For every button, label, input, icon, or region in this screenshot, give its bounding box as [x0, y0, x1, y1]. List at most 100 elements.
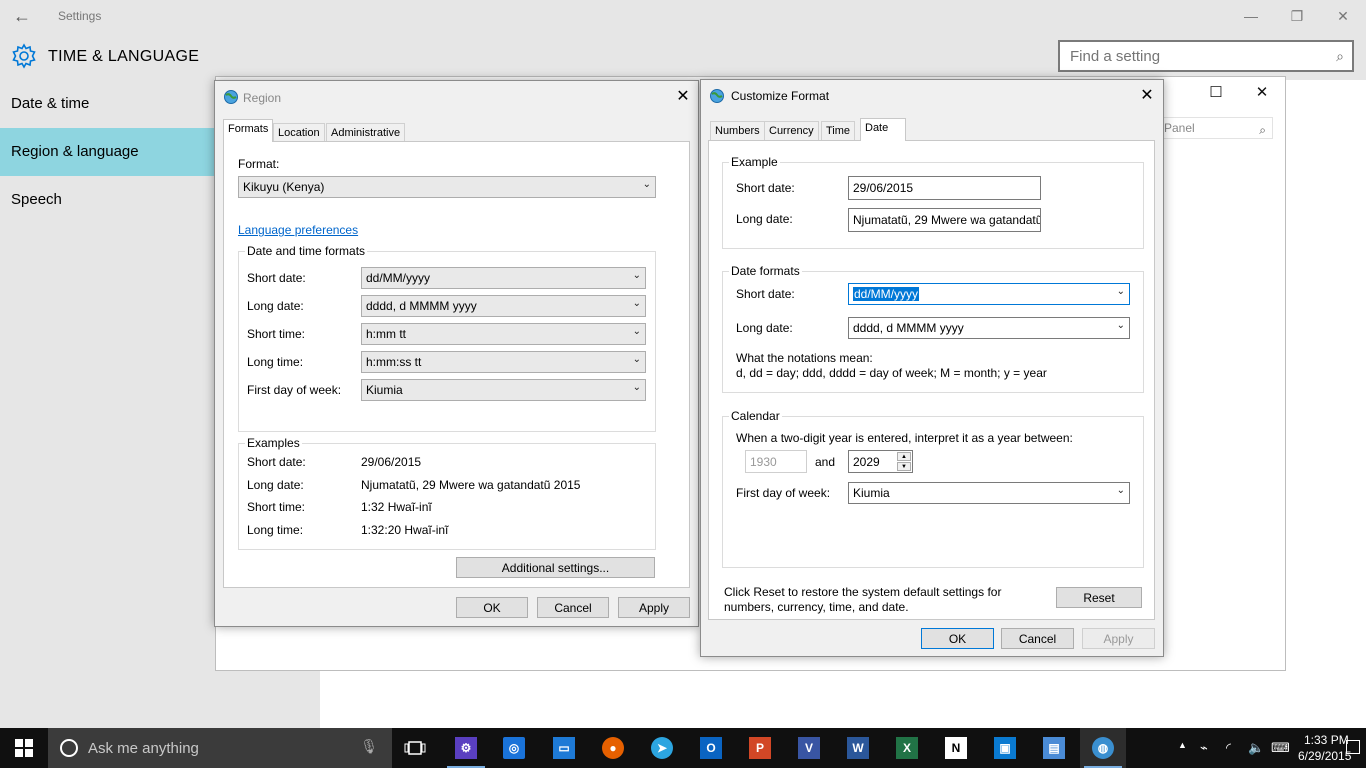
cp-search-box[interactable]: Panel ⌕ — [1161, 117, 1273, 139]
maximize-icon: ☐ — [1209, 84, 1223, 101]
network-plug-icon[interactable]: ⌁ — [1200, 740, 1208, 756]
settings-search-input[interactable] — [1060, 42, 1310, 70]
app-title: Settings — [58, 9, 102, 23]
tab-location[interactable]: Location — [273, 123, 325, 143]
chevron-down-icon: ⌄ — [1116, 286, 1125, 297]
search-icon[interactable]: ⌕ — [1259, 120, 1266, 140]
taskbar-telegram-app[interactable]: ➤ — [639, 728, 685, 768]
spinner-up-icon[interactable]: ▲ — [897, 452, 911, 461]
format-label: Format: — [238, 157, 280, 171]
taskbar-firefox-app[interactable]: ● — [590, 728, 636, 768]
date-panel: Example Short date: 29/06/2015 Long date… — [708, 140, 1155, 620]
reset-button[interactable]: Reset — [1056, 587, 1142, 608]
customize-apply-button[interactable]: Apply — [1082, 628, 1155, 649]
taskbar-store-app[interactable]: ▭ — [541, 728, 587, 768]
cortana-search-box[interactable]: Ask me anything 🎙 — [48, 728, 392, 768]
keyboard-icon[interactable]: ⌨ — [1271, 740, 1290, 756]
example-long-time-value: 1:32:20 Hwaĩ-inĩ — [361, 523, 449, 537]
cp-maximize-button[interactable]: ☐ — [1196, 81, 1236, 103]
long-time-label: Long time: — [247, 355, 304, 369]
control-panel-icon: ▤ — [1043, 737, 1065, 759]
excel-icon: X — [896, 737, 918, 759]
taskbar-visio-app[interactable]: V — [786, 728, 832, 768]
customize-ok-button[interactable]: OK — [921, 628, 994, 649]
tab-numbers[interactable]: Numbers — [710, 121, 765, 141]
tab-formats[interactable]: Formats — [223, 119, 274, 142]
taskbar-powerpoint-app[interactable]: P — [737, 728, 783, 768]
short-date-format-select[interactable]: dd/MM/yyyy ⌄ — [848, 283, 1130, 305]
taskbar-store-bag-app[interactable]: ▣ — [982, 728, 1028, 768]
close-icon: ✕ — [1255, 84, 1269, 101]
microphone-icon[interactable]: 🎙 — [360, 738, 378, 755]
clock-date[interactable]: 6/29/2015 — [1298, 749, 1351, 763]
example-long-date-label: Long date: — [736, 212, 793, 226]
additional-settings-button[interactable]: Additional settings... — [456, 557, 655, 578]
language-preferences-link[interactable]: Language preferences — [238, 223, 358, 237]
example-short-time-value: 1:32 Hwaĩ-inĩ — [361, 500, 432, 514]
show-hidden-icons-chevron-up-icon[interactable]: ▲ — [1178, 740, 1187, 750]
volume-icon[interactable]: 🔈 — [1248, 740, 1264, 756]
clock-time[interactable]: 1:33 PM — [1304, 733, 1349, 747]
cortana-placeholder: Ask me anything — [88, 740, 199, 757]
action-center-icon[interactable] — [1346, 740, 1360, 754]
start-button[interactable] — [0, 728, 48, 768]
close-button[interactable]: ✕ — [1320, 0, 1366, 32]
example-short-date-label: Short date: — [736, 181, 795, 195]
minimize-icon: — — [1244, 8, 1258, 24]
taskbar-onenote-app[interactable]: N — [933, 728, 979, 768]
region-cancel-button[interactable]: Cancel — [537, 597, 609, 618]
first-day-select[interactable]: Kiumia ⌄ — [361, 379, 646, 401]
chevron-down-icon: ⌄ — [632, 270, 641, 281]
long-date-label: Long date: — [247, 299, 304, 313]
close-icon: ✕ — [1140, 87, 1154, 104]
taskbar-excel-app[interactable]: X — [884, 728, 930, 768]
task-view-button[interactable] — [392, 728, 438, 768]
first-day-label: First day of week: — [247, 383, 342, 397]
customize-dialog-title: Customize Format — [731, 89, 830, 103]
short-time-select[interactable]: h:mm tt ⌄ — [361, 323, 646, 345]
examples-group: Examples Short date: 29/06/2015 Long dat… — [238, 436, 656, 550]
search-icon[interactable]: ⌕ — [1336, 48, 1344, 65]
region-apply-button[interactable]: Apply — [618, 597, 690, 618]
taskbar-region-app[interactable]: ◍ — [1080, 728, 1126, 768]
taskbar-control-panel-app[interactable]: ▤ — [1031, 728, 1077, 768]
long-date-label: Long date: — [736, 321, 793, 335]
customize-cancel-button[interactable]: Cancel — [1001, 628, 1074, 649]
group-title: Calendar — [729, 409, 782, 423]
region-ok-button[interactable]: OK — [456, 597, 528, 618]
chevron-down-icon: ⌄ — [632, 354, 641, 365]
wifi-icon[interactable]: ◜ — [1226, 740, 1231, 756]
taskbar-settings-app[interactable]: ⚙ — [443, 728, 489, 768]
format-select[interactable]: Kikuyu (Kenya) ⌄ — [238, 176, 656, 198]
restore-button[interactable]: ❐ — [1274, 0, 1320, 32]
telegram-icon: ➤ — [651, 737, 673, 759]
tab-currency[interactable]: Currency — [764, 121, 819, 141]
long-date-format-select[interactable]: dddd, d MMMM yyyy ⌄ — [848, 317, 1130, 339]
settings-search-box[interactable]: ⌕ — [1058, 40, 1354, 72]
date-formats-group: Date formats Short date: dd/MM/yyyy ⌄ Lon… — [722, 264, 1144, 393]
long-time-select[interactable]: h:mm:ss tt ⌄ — [361, 351, 646, 373]
example-short-date-box: 29/06/2015 — [848, 176, 1041, 200]
taskbar-word-app[interactable]: W — [835, 728, 881, 768]
year-from-box: 1930 — [745, 450, 807, 473]
taskbar-edge-app[interactable]: ◎ — [491, 728, 537, 768]
chevron-down-icon: ⌄ — [1116, 485, 1125, 496]
back-button[interactable]: ← — [0, 0, 44, 32]
chevron-down-icon: ⌄ — [642, 179, 651, 190]
tab-administrative[interactable]: Administrative — [326, 123, 406, 143]
tab-date[interactable]: Date — [860, 118, 906, 141]
long-date-select[interactable]: dddd, d MMMM yyyy ⌄ — [361, 295, 646, 317]
customize-close-button[interactable]: ✕ — [1133, 84, 1161, 106]
calendar-first-day-select[interactable]: Kiumia ⌄ — [848, 482, 1130, 504]
spinner-down-icon[interactable]: ▼ — [897, 462, 911, 471]
region-close-button[interactable]: ✕ — [669, 85, 697, 107]
cp-close-button[interactable]: ✕ — [1242, 81, 1282, 103]
short-date-select[interactable]: dd/MM/yyyy ⌄ — [361, 267, 646, 289]
taskbar-outlook-app[interactable]: O — [688, 728, 734, 768]
minimize-button[interactable]: — — [1228, 0, 1274, 32]
powerpoint-icon: P — [749, 737, 771, 759]
tab-time[interactable]: Time — [821, 121, 856, 141]
year-to-spinner[interactable]: 2029 ▲ ▼ — [848, 450, 913, 473]
short-time-label: Short time: — [247, 327, 306, 341]
gear-icon — [12, 43, 36, 69]
